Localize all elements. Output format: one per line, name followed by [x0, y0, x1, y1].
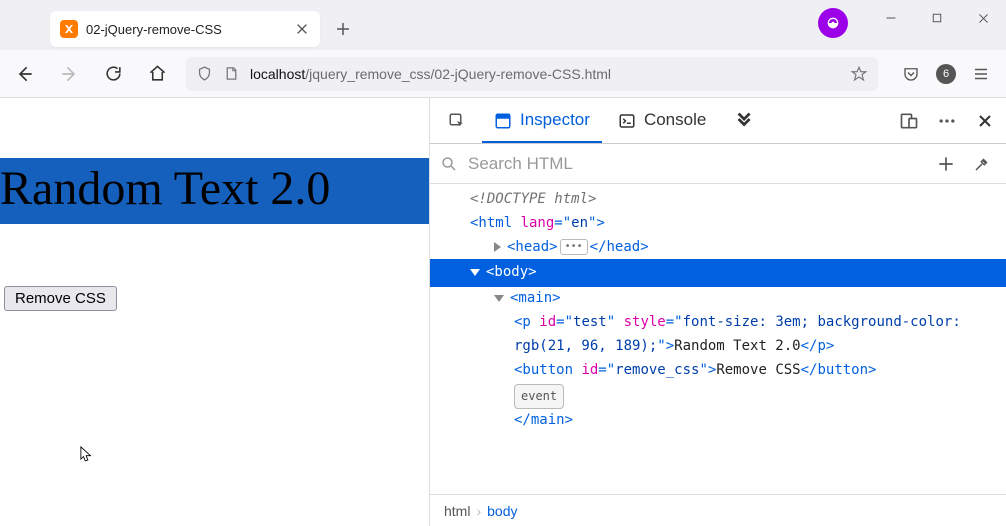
dom-html-open[interactable]: <html lang="en">	[430, 212, 1006, 236]
devtools-panel: Inspector Console	[430, 98, 1006, 526]
url-host: localhost	[250, 66, 305, 82]
xampp-icon	[60, 20, 78, 38]
crumb-html[interactable]: html	[444, 503, 470, 519]
tracker-count-badge[interactable]: 6	[936, 64, 956, 84]
home-button[interactable]	[142, 59, 172, 89]
dom-button-element[interactable]: <button id="remove_css">Remove CSS</butt…	[430, 359, 1006, 383]
browser-tab[interactable]: 02-jQuery-remove-CSS	[50, 11, 320, 47]
breadcrumb[interactable]: html › body	[430, 494, 1006, 526]
devtools-tabbar: Inspector Console	[430, 98, 1006, 144]
new-tab-button[interactable]	[328, 14, 358, 44]
tab-console-label: Console	[644, 110, 706, 130]
inspector-icon	[494, 111, 512, 129]
url-bar[interactable]: localhost/jquery_remove_css/02-jQuery-re…	[186, 57, 878, 91]
extension-icon[interactable]	[818, 8, 848, 38]
window-maximize-button[interactable]	[914, 0, 960, 36]
tab-inspector[interactable]: Inspector	[482, 99, 602, 143]
content-split: Random Text 2.0 Remove CSS Inspector	[0, 98, 1006, 526]
devtools-search-bar	[430, 144, 1006, 184]
browser-toolbar: localhost/jquery_remove_css/02-jQuery-re…	[0, 50, 1006, 98]
eyedropper-button[interactable]	[968, 150, 996, 178]
reload-button[interactable]	[98, 59, 128, 89]
url-text: localhost/jquery_remove_css/02-jQuery-re…	[250, 66, 840, 82]
picker-icon	[448, 111, 466, 129]
collapse-icon[interactable]	[494, 295, 504, 302]
search-icon	[440, 155, 458, 173]
page-viewport: Random Text 2.0 Remove CSS	[0, 98, 430, 526]
forward-button[interactable]	[54, 59, 84, 89]
new-node-button[interactable]	[932, 150, 960, 178]
dom-body-selected[interactable]: <body>	[430, 259, 1006, 287]
devtools-menu-button[interactable]	[932, 106, 962, 136]
chevron-right-icon: ›	[476, 503, 481, 519]
window-controls	[818, 0, 1006, 36]
test-paragraph: Random Text 2.0	[0, 158, 429, 224]
expand-icon[interactable]	[494, 242, 501, 252]
tab-close-button[interactable]	[294, 21, 310, 37]
crumb-body[interactable]: body	[487, 503, 517, 519]
ellipsis-icon[interactable]: •••	[560, 239, 588, 255]
page-info-icon[interactable]	[223, 65, 240, 82]
console-icon	[618, 111, 636, 129]
tab-console[interactable]: Console	[606, 99, 718, 143]
window-close-button[interactable]	[960, 0, 1006, 36]
dom-head[interactable]: <head>•••</head>	[430, 236, 1006, 260]
tab-strip: 02-jQuery-remove-CSS	[0, 0, 1006, 50]
dom-p-element[interactable]: <p id="test" style="font-size: 3em; back…	[430, 311, 1006, 359]
tab-inspector-label: Inspector	[520, 110, 590, 130]
window-minimize-button[interactable]	[868, 0, 914, 36]
tab-title: 02-jQuery-remove-CSS	[86, 22, 286, 37]
url-path: /jquery_remove_css/02-jQuery-remove-CSS.…	[305, 66, 611, 82]
element-picker-button[interactable]	[436, 99, 478, 143]
event-badge[interactable]: event	[514, 384, 564, 408]
shield-icon[interactable]	[196, 65, 213, 82]
pocket-button[interactable]	[896, 59, 926, 89]
devtools-search-input[interactable]	[466, 153, 924, 175]
mouse-cursor-icon	[80, 446, 94, 464]
tabs-overflow-button[interactable]	[722, 99, 768, 143]
bookmark-star-icon[interactable]	[850, 65, 868, 83]
dom-tree[interactable]: <!DOCTYPE html> <html lang="en"> <head>•…	[430, 184, 1006, 494]
dom-doctype: <!DOCTYPE html>	[470, 191, 596, 207]
dom-main-close[interactable]: </main>	[430, 409, 1006, 433]
back-button[interactable]	[10, 59, 40, 89]
app-menu-button[interactable]	[966, 59, 996, 89]
responsive-mode-button[interactable]	[894, 106, 924, 136]
dom-main-open[interactable]: <main>	[430, 287, 1006, 311]
devtools-close-button[interactable]	[970, 106, 1000, 136]
collapse-icon[interactable]	[470, 269, 480, 276]
remove-css-button[interactable]: Remove CSS	[4, 286, 117, 311]
